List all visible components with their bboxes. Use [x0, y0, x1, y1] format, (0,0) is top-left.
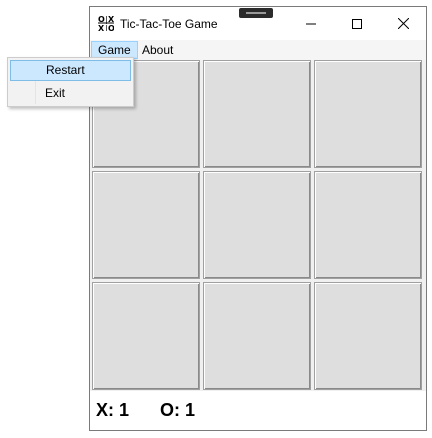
board-cell-2[interactable] — [203, 60, 311, 168]
game-menu-dropdown: Restart Exit — [7, 57, 134, 107]
minimize-icon — [306, 23, 316, 24]
app-window: O | X X | O Tic-Tac-Toe Game Game About — [89, 6, 427, 431]
tictactoe-grid-icon: O | X X | O — [98, 15, 114, 31]
menu-bar: Game About — [90, 40, 426, 60]
minimize-button[interactable] — [288, 7, 334, 40]
board-cell-4[interactable] — [92, 171, 200, 279]
svg-text:X: X — [98, 24, 105, 31]
menu-item-restart[interactable]: Restart — [10, 60, 131, 81]
close-button[interactable] — [380, 7, 426, 40]
score-bar: X: 1 O: 1 — [90, 391, 426, 430]
score-o: O: 1 — [160, 400, 196, 420]
menu-about[interactable]: About — [136, 41, 179, 59]
board-cell-5[interactable] — [203, 171, 311, 279]
window-snap-handle[interactable] — [239, 8, 273, 18]
board-cell-6[interactable] — [314, 171, 422, 279]
board-cell-8[interactable] — [203, 282, 311, 390]
window-title: Tic-Tac-Toe Game — [120, 17, 218, 31]
svg-text:O: O — [108, 24, 114, 31]
close-icon — [397, 18, 409, 29]
menu-item-exit[interactable]: Exit — [10, 83, 131, 104]
maximize-icon — [352, 18, 362, 29]
board-cell-3[interactable] — [314, 60, 422, 168]
board-cell-7[interactable] — [92, 282, 200, 390]
score-x: X: 1 — [96, 400, 130, 420]
game-board — [92, 60, 425, 391]
board-cell-9[interactable] — [314, 282, 422, 390]
maximize-button[interactable] — [334, 7, 380, 40]
